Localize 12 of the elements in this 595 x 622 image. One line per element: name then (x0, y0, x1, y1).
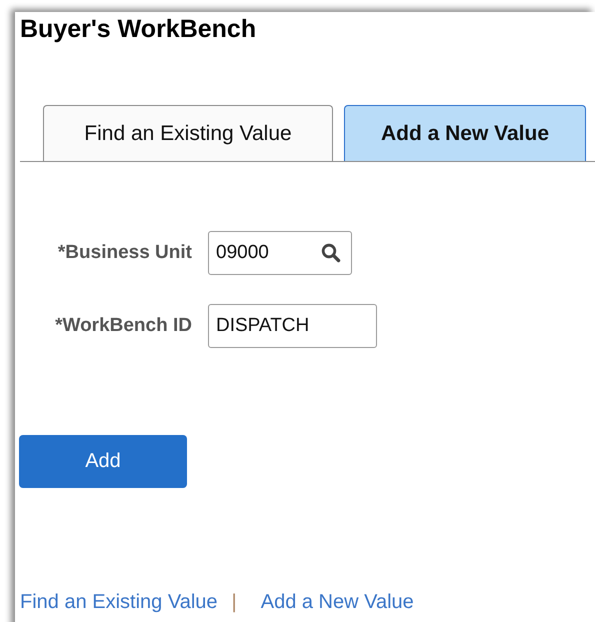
link-separator: | (232, 591, 237, 614)
footer-link[interactable]: Find an Existing Value (20, 591, 218, 614)
add-button[interactable]: Add (19, 435, 187, 488)
input-field[interactable]: DISPATCH (208, 304, 377, 348)
footer-link[interactable]: Add a New Value (260, 591, 414, 614)
page-title: Buyer's WorkBench (19, 14, 258, 45)
input-field[interactable]: 09000 (208, 231, 352, 275)
tab[interactable]: Find an Existing Value (43, 105, 333, 161)
field-label: *Business Unit (56, 242, 192, 264)
search-icon[interactable] (321, 243, 341, 263)
tab[interactable]: Add a New Value (344, 105, 586, 161)
field-label: *WorkBench ID (54, 315, 192, 337)
